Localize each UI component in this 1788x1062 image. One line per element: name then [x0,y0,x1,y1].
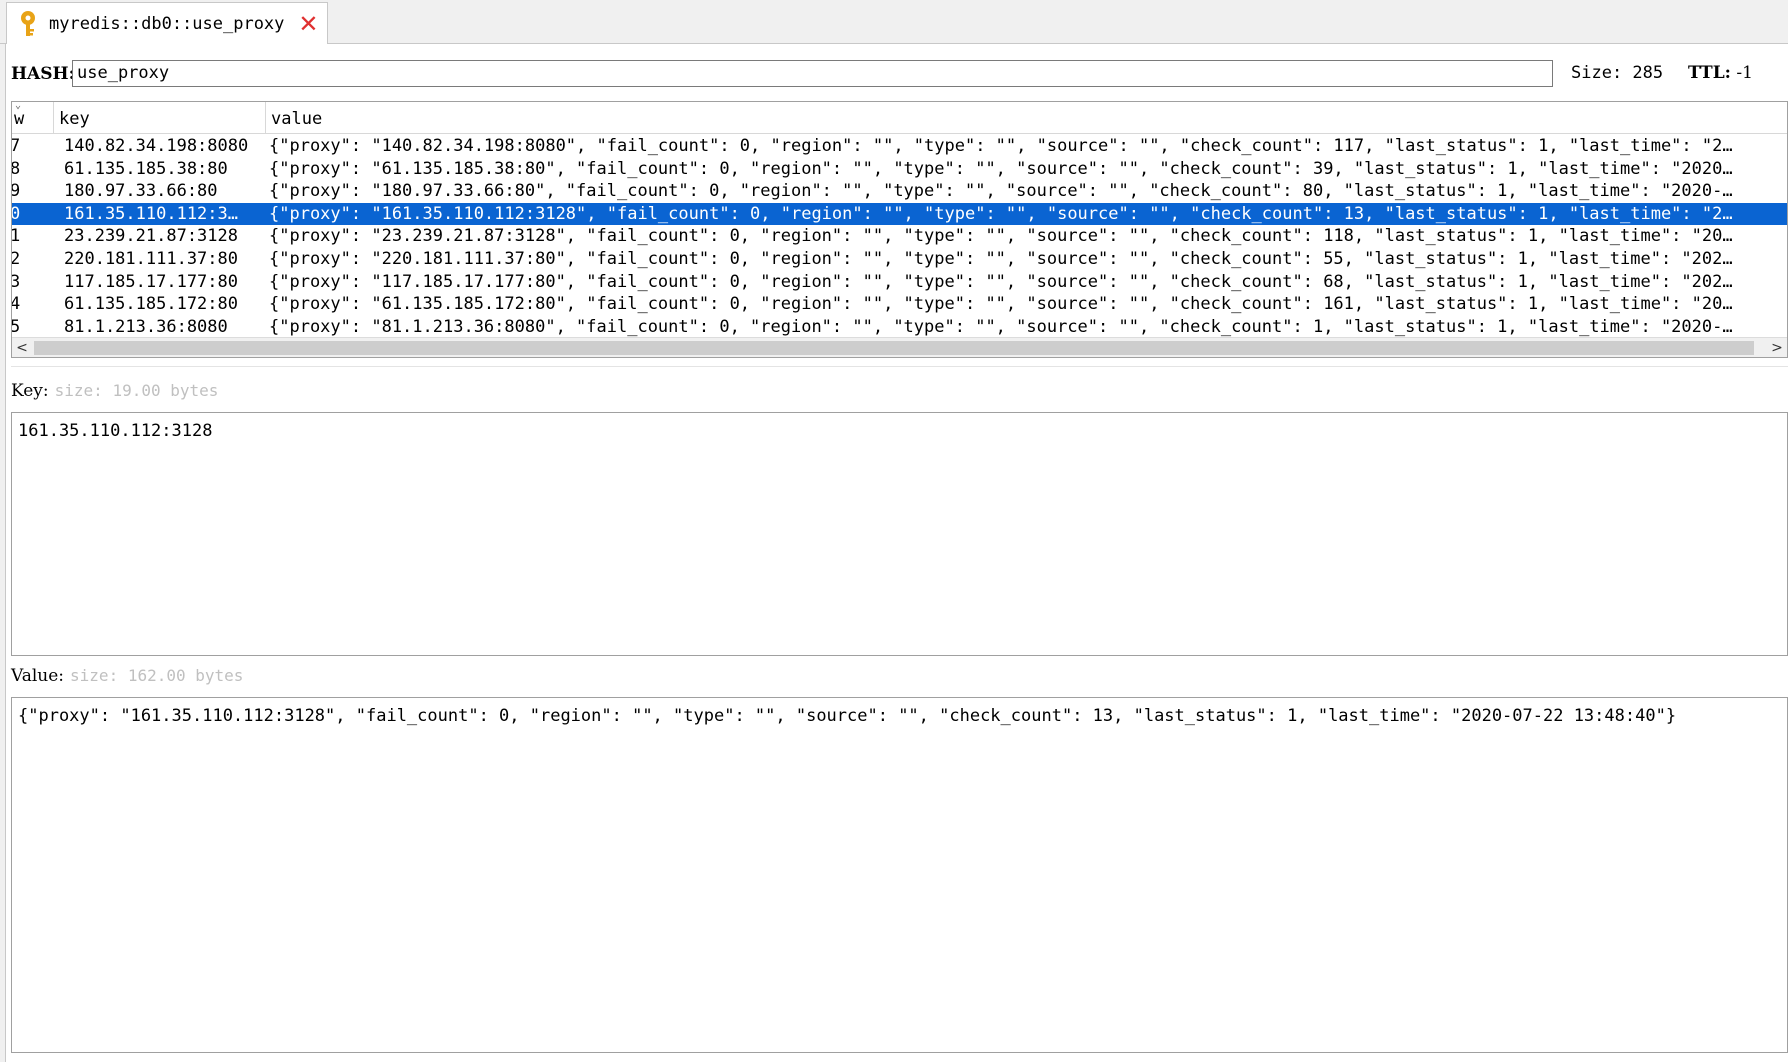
row-key: 117.185.17.177:80 [64,271,238,292]
row-number: 4 [12,293,54,316]
value-editor[interactable]: {"proxy": "161.35.110.112:3128", "fail_c… [11,697,1788,1053]
row-number: 5 [12,316,54,339]
table-row[interactable]: 1 23.239.21.87:3128 {"proxy": "23.239.21.8… [12,225,1787,248]
row-key: 61.135.185.172:80 [64,294,238,315]
value-size-hint: size: 162.00 bytes [70,666,244,685]
column-header-row[interactable]: ⌄ w [12,102,54,134]
key-section-label: Key: size: 19.00 bytes [11,381,218,401]
table-row[interactable]: 4 61.135.185.172:80 {"proxy": "61.135.185.… [12,293,1787,316]
scroll-right-icon[interactable]: > [1767,338,1787,357]
key-content: 161.35.110.112:3128 [18,421,213,441]
key-label: Key: [11,381,49,401]
row-number: 1 [12,225,54,248]
row-key: 61.135.185.38:80 [64,158,228,179]
sort-arrow-icon: ⌄ [15,102,22,111]
row-value: {"proxy": "61.135.185.38:80", "fail_coun… [269,158,1733,179]
key-name-input[interactable]: use_proxy [72,60,1553,87]
table-row[interactable]: 2 220.181.111.37:80 {"proxy": "220.181.111… [12,248,1787,271]
row-value: {"proxy": "61.135.185.172:80", "fail_cou… [269,294,1733,315]
table-row[interactable]: 0 161.35.110.112:3… {"proxy": "161.35.110.… [12,202,1787,226]
scrollbar-thumb[interactable] [34,341,1754,355]
tab-bar: myredis::db0::use_proxy ✕ [0,0,1788,44]
row-number: 3 [12,271,54,294]
row-key: 180.97.33.66:80 [64,181,218,202]
table-header: ⌄ w key value [12,102,1787,134]
table-row[interactable]: 9 180.97.33.66:80 {"proxy": "180.97.33.66:… [12,180,1787,203]
row-key: 220.181.111.37:80 [64,248,238,269]
divider [11,366,1788,367]
ttl-label: TTL: [1688,63,1731,83]
scroll-left-icon[interactable]: < [12,338,32,357]
key-type-label: HASH: [11,64,75,84]
key-ttl: TTL: -1 [1688,63,1753,83]
hash-table: ⌄ w key value 7 140.82.34.198:8080 {"proxy… [11,101,1788,358]
row-value: {"proxy": "161.35.110.112:3128", "fail_c… [269,203,1733,224]
window-edge [0,44,6,1062]
row-key: 140.82.34.198:8080 [64,136,249,156]
row-key: 23.239.21.87:3128 [64,226,238,247]
row-number: 8 [12,158,54,181]
table-row[interactable]: 5 81.1.213.36:8080 {"proxy": "81.1.213.36:… [12,316,1787,339]
value-section-label: Value: size: 162.00 bytes [11,666,243,686]
horizontal-scrollbar[interactable]: < > [12,337,1787,357]
key-header: HASH: use_proxy Size: 285 TTL: -1 [11,58,1788,90]
table-body: 7 140.82.34.198:8080 {"proxy": "140.82.34.… [12,135,1787,338]
row-number: 7 [12,135,54,158]
column-header-key[interactable]: key [54,102,266,134]
ttl-value: -1 [1736,63,1753,83]
value-label: Value: [11,666,65,686]
key-size: Size: 285 [1571,63,1664,83]
key-size-hint: size: 19.00 bytes [54,381,219,400]
key-icon [17,10,39,38]
row-value: {"proxy": "81.1.213.36:8080", "fail_coun… [269,316,1733,337]
column-header-value[interactable]: value [266,102,1787,134]
tab-use-proxy[interactable]: myredis::db0::use_proxy ✕ [6,2,328,44]
table-row[interactable]: 7 140.82.34.198:8080 {"proxy": "140.82.34.… [12,135,1787,158]
tab-title: myredis::db0::use_proxy [49,13,285,34]
row-number: 2 [12,248,54,271]
row-number: 0 [12,203,54,226]
value-content: {"proxy": "161.35.110.112:3128", "fail_c… [18,706,1677,726]
row-value: {"proxy": "180.97.33.66:80", "fail_count… [269,181,1733,202]
row-value: {"proxy": "140.82.34.198:8080", "fail_co… [269,136,1733,156]
table-row[interactable]: 8 61.135.185.38:80 {"proxy": "61.135.185.3… [12,158,1787,181]
row-key: 81.1.213.36:8080 [64,316,228,337]
key-editor[interactable]: 161.35.110.112:3128 [11,412,1788,656]
row-value: {"proxy": "220.181.111.37:80", "fail_cou… [269,248,1733,269]
row-value: {"proxy": "117.185.17.177:80", "fail_cou… [269,271,1733,292]
close-icon[interactable]: ✕ [298,12,318,36]
row-number: 9 [12,180,54,203]
row-key: 161.35.110.112:3… [64,203,238,224]
row-value: {"proxy": "23.239.21.87:3128", "fail_cou… [269,226,1733,247]
table-row[interactable]: 3 117.185.17.177:80 {"proxy": "117.185.17.… [12,271,1787,294]
